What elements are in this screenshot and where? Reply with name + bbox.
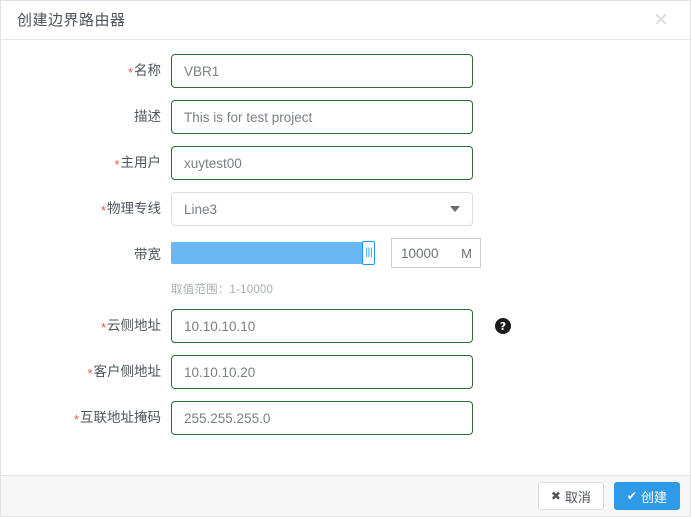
required-asterisk-client-address: *: [87, 366, 93, 381]
description-input[interactable]: [171, 100, 473, 134]
dialog-footer: ✖ 取消 ✔ 创建: [1, 475, 690, 516]
physical-line-select[interactable]: Line3: [171, 192, 473, 226]
label-client-address: *客户侧地址: [87, 364, 161, 381]
create-button[interactable]: ✔ 创建: [613, 482, 680, 510]
hint-spacer: [1, 276, 171, 297]
bandwidth-number-field[interactable]: 10000 M: [391, 238, 481, 268]
control-wrap-name: [171, 54, 473, 88]
form-row-interconnect-mask: *互联地址掩码: [1, 401, 690, 435]
label-cloud-address: *云侧地址: [100, 318, 161, 335]
create-button-label: 创建: [640, 489, 667, 505]
control-wrap-client-address: [171, 355, 473, 389]
required-asterisk-interconnect-mask: *: [73, 412, 79, 427]
form-row-main-user: *主用户: [1, 146, 690, 180]
bandwidth-slider[interactable]: |||: [171, 241, 375, 265]
form-row-bandwidth: 带宽 ||| 10000 M: [1, 238, 690, 272]
form-row-name: *名称: [1, 54, 690, 88]
create-border-router-dialog: 创建边界路由器 ✕ *名称 描述 *主用户: [0, 0, 691, 517]
required-asterisk-name: *: [127, 65, 133, 80]
bandwidth-hint: 取值范围：1-10000: [171, 284, 274, 296]
dialog-title: 创建边界路由器: [17, 11, 126, 29]
chevron-down-icon: [450, 206, 460, 212]
form-row-cloud-address: *云侧地址 ?: [1, 309, 690, 343]
control-wrap-main-user: [171, 146, 473, 180]
dialog-header: 创建边界路由器 ✕: [1, 1, 690, 40]
client-address-input[interactable]: [171, 355, 473, 389]
required-asterisk-main-user: *: [114, 157, 120, 172]
control-wrap-bandwidth: ||| 10000 M: [171, 238, 481, 268]
required-asterisk-physical-line: *: [100, 203, 106, 218]
cancel-button-label: 取消: [564, 489, 591, 505]
close-icon[interactable]: ✕: [650, 9, 672, 31]
bandwidth-slider-track[interactable]: |||: [171, 241, 375, 265]
label-name: *名称: [127, 63, 161, 80]
check-icon: ✔: [626, 489, 637, 503]
control-wrap-interconnect-mask: [171, 401, 473, 435]
bandwidth-value: 10000: [401, 245, 439, 261]
close-x-icon: ✖: [550, 489, 561, 503]
control-wrap-cloud-address: ?: [171, 309, 511, 343]
bandwidth-hint-row: 取值范围：1-10000: [1, 276, 690, 297]
control-wrap-description: [171, 100, 473, 134]
label-description: 描述: [134, 109, 161, 124]
form-row-client-address: *客户侧地址: [1, 355, 690, 389]
label-interconnect-mask: *互联地址掩码: [73, 410, 161, 427]
bandwidth-slider-handle[interactable]: |||: [362, 241, 375, 265]
label-main-user: *主用户: [114, 155, 161, 172]
dialog-body: *名称 描述 *主用户 *物理专线: [1, 40, 690, 475]
cloud-address-input[interactable]: [171, 309, 473, 343]
form-row-description: 描述: [1, 100, 690, 134]
label-bandwidth: 带宽: [134, 247, 161, 262]
label-physical-line: *物理专线: [100, 201, 161, 218]
control-wrap-physical-line: Line3: [171, 192, 473, 226]
bandwidth-slider-fill: [171, 242, 374, 264]
form-row-physical-line: *物理专线 Line3: [1, 192, 690, 226]
main-user-input[interactable]: [171, 146, 473, 180]
physical-line-selected-value: Line3: [184, 201, 218, 217]
bandwidth-unit: M: [461, 245, 472, 261]
cancel-button[interactable]: ✖ 取消: [537, 482, 604, 510]
help-icon[interactable]: ?: [495, 318, 511, 334]
required-asterisk-cloud-address: *: [100, 320, 106, 335]
interconnect-mask-input[interactable]: [171, 401, 473, 435]
name-input[interactable]: [171, 54, 473, 88]
